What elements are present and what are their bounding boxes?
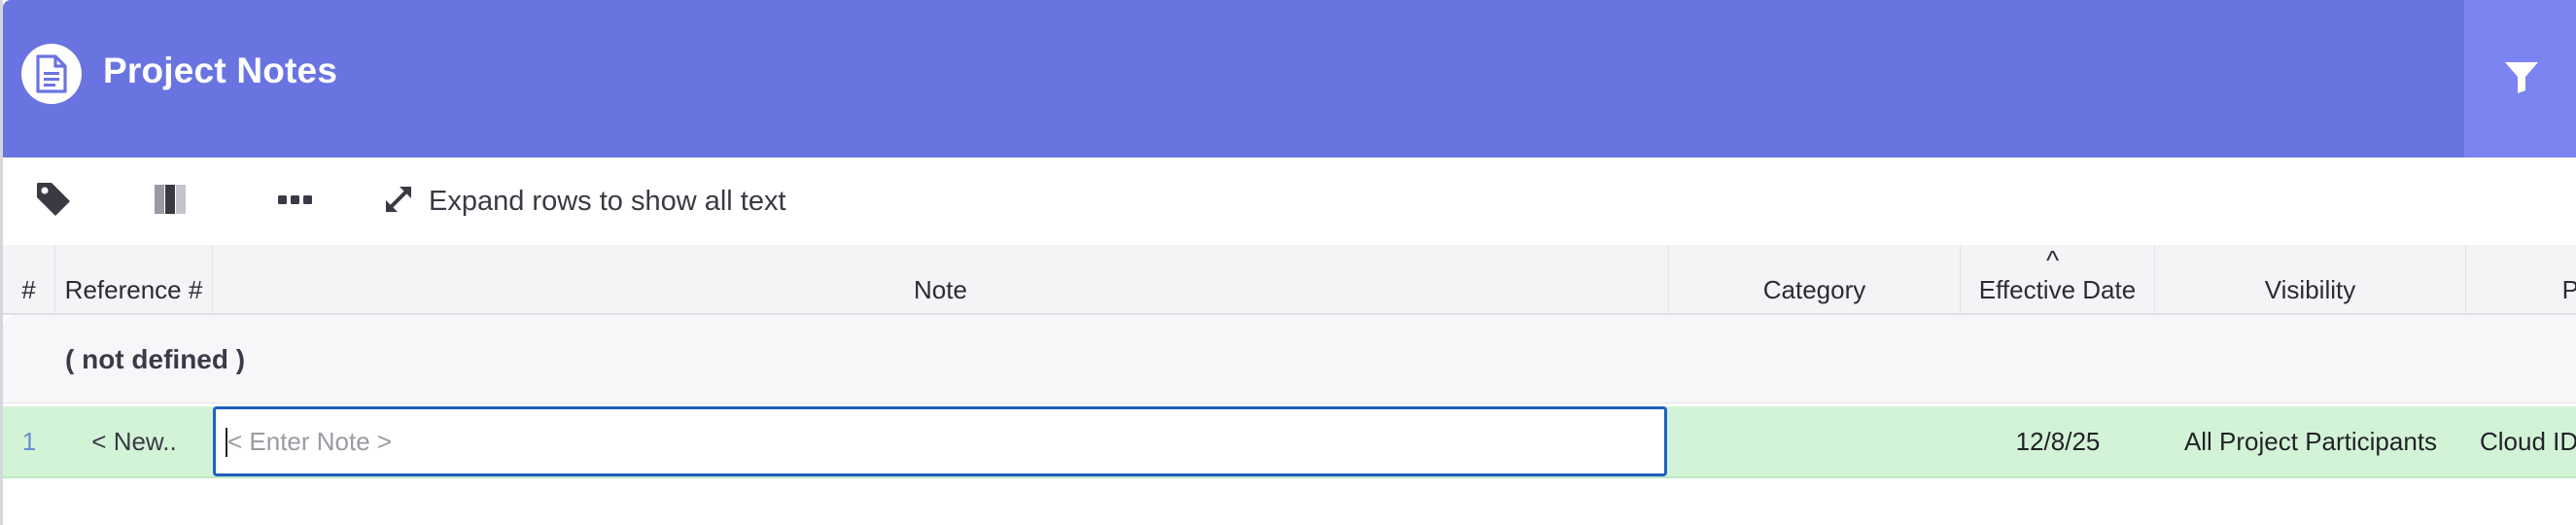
column-header-category[interactable]: Category [1669, 245, 1961, 313]
visibility-cell[interactable]: All Project Participants [2155, 406, 2466, 476]
column-header-reference[interactable]: Reference # [55, 245, 213, 313]
next-column-cell[interactable]: Cloud ID [2466, 406, 2576, 476]
columns-icon [153, 182, 188, 222]
more-icon [277, 192, 314, 210]
page-title: Project Notes [103, 51, 338, 90]
effective-date-cell[interactable]: 12/8/25 [1961, 406, 2155, 476]
columns-button[interactable] [153, 175, 188, 228]
sort-ascending-icon[interactable]: ^ [2046, 247, 2059, 274]
group-label: ( not defined ) [65, 344, 246, 374]
document-icon [21, 44, 82, 104]
tag-icon [34, 180, 73, 224]
column-header-visibility[interactable]: Visibility [2155, 245, 2466, 313]
project-notes-window: Project Notes Expand rows to show all te… [0, 0, 2576, 525]
more-options-button[interactable] [277, 175, 314, 228]
toolbar: Expand rows to show all text [3, 158, 2576, 246]
column-header-next[interactable]: P [2466, 245, 2576, 313]
column-header-note[interactable]: Note [213, 245, 1669, 313]
column-header-row: # Reference # Note Category Effective Da… [3, 245, 2576, 315]
expand-rows-label: Expand rows to show all text [429, 185, 786, 217]
row-number: 1 [21, 426, 37, 456]
text-cursor [226, 428, 227, 457]
group-row[interactable]: ( not defined ) [3, 315, 2576, 403]
header-bar: Project Notes [3, 0, 2576, 158]
reference-cell[interactable]: < New.. [55, 406, 213, 476]
filter-icon [2503, 58, 2540, 100]
filter-button[interactable] [2464, 0, 2576, 158]
column-header-num[interactable]: # [3, 245, 55, 313]
category-cell[interactable] [1669, 406, 1961, 476]
expand-rows-button[interactable]: Expand rows to show all text [382, 175, 786, 228]
note-input[interactable] [213, 406, 1667, 476]
tag-button[interactable] [34, 175, 73, 228]
expand-icon [382, 183, 415, 221]
